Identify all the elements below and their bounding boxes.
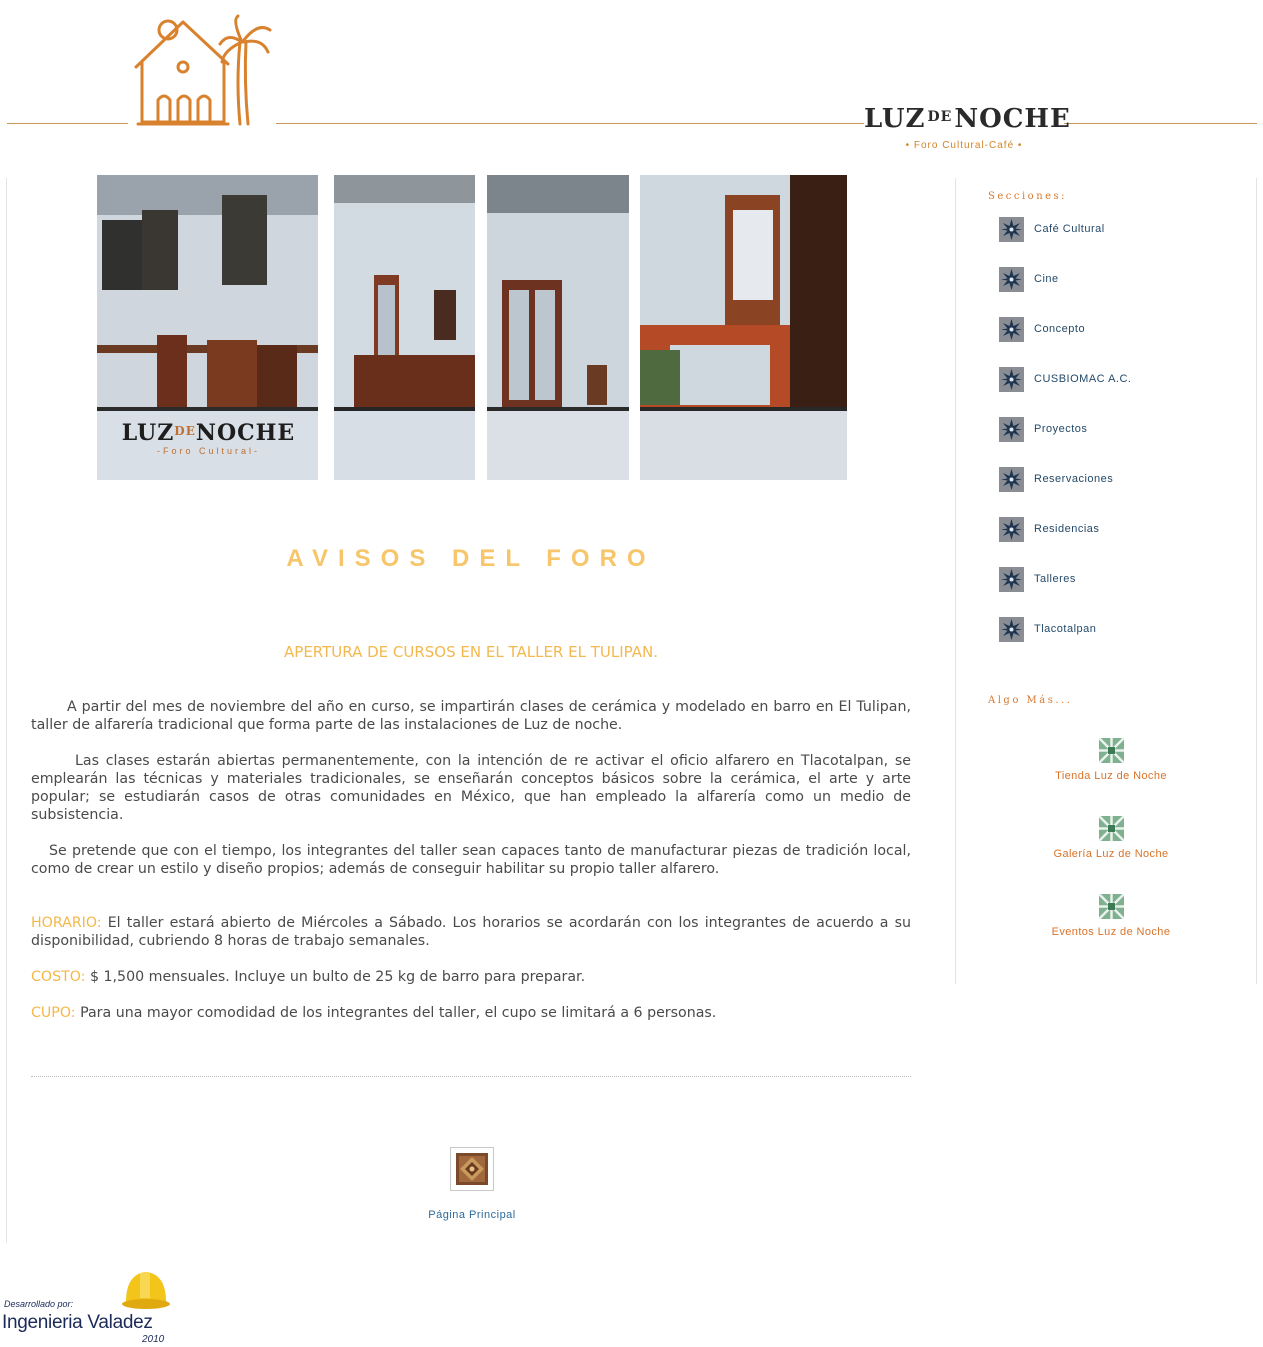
info-horario: HORARIO: El taller estará abierto de Mié… xyxy=(31,914,911,950)
sidebar-item-label: CUSBIOMAC A.C. xyxy=(1034,373,1132,385)
more-item-tienda[interactable]: Tienda Luz de Noche xyxy=(1011,738,1211,782)
brand-title: LUZ DENOCHE xyxy=(864,104,1071,134)
photo-caption-title: LUZDENOCHE xyxy=(121,420,296,446)
sidebar-border-left xyxy=(955,178,956,984)
sidebar-item-label: Cine xyxy=(1034,273,1059,285)
star-tile-icon xyxy=(999,567,1024,592)
more-item-label: Eventos Luz de Noche xyxy=(1051,926,1171,938)
post-title[interactable]: APERTURA DE CURSOS EN EL TALLER EL TULIP… xyxy=(31,643,911,661)
credit-name: Ingenieria Valadez xyxy=(2,1312,153,1333)
sidebar-item-talleres[interactable]: Talleres xyxy=(999,567,1219,593)
more-item-label: Galería Luz de Noche xyxy=(1053,848,1169,860)
more-item-label: Tienda Luz de Noche xyxy=(1055,770,1167,782)
brand-logo[interactable]: LUZ DENOCHE • Foro Cultural-Café • xyxy=(864,104,1071,156)
more-item-galeria[interactable]: Galería Luz de Noche xyxy=(1011,816,1211,860)
section-title: AVISOS DEL FORO xyxy=(286,545,656,572)
interior-photo-4 xyxy=(640,175,847,480)
info-cupo: CUPO: Para una mayor comodidad de los in… xyxy=(31,1004,911,1022)
post-paragraph-1: A partir del mes de noviembre del año en… xyxy=(31,699,911,733)
sidebar-item-label: Café Cultural xyxy=(1034,223,1105,235)
star-tile-icon xyxy=(999,417,1024,442)
brand-subtitle: • Foro Cultural-Café • xyxy=(905,140,1023,151)
green-tile-icon xyxy=(1098,816,1124,841)
post-paragraph-2: Las clases estarán abiertas permanenteme… xyxy=(31,753,911,823)
sidebar-item-residencias[interactable]: Residencias xyxy=(999,517,1219,543)
horario-label: HORARIO: xyxy=(31,915,102,931)
home-link[interactable]: Página Principal xyxy=(372,1209,572,1221)
site-header: LUZ DENOCHE • Foro Cultural-Café • xyxy=(0,0,1263,165)
photo-caption-subtitle: -Foro Cultural- xyxy=(156,446,260,456)
sidebar-item-proyectos[interactable]: Proyectos xyxy=(999,417,1219,443)
interior-photo-3 xyxy=(487,175,629,480)
credit-by: Desarrollado por: xyxy=(4,1299,74,1309)
hard-hat-icon xyxy=(122,1272,170,1309)
star-tile-icon xyxy=(999,467,1024,492)
sidebar-item-cine[interactable]: Cine xyxy=(999,267,1219,293)
cupo-label: CUPO: xyxy=(31,1005,76,1021)
sidebar-item-label: Talleres xyxy=(1034,573,1076,585)
house-palm-logo-icon[interactable] xyxy=(128,12,276,132)
cupo-text: Para una mayor comodidad de los integran… xyxy=(80,1005,717,1021)
sidebar-item-tlacotalpan[interactable]: Tlacotalpan xyxy=(999,617,1219,643)
credit-year: 2010 xyxy=(142,1334,165,1345)
green-tile-icon xyxy=(1098,738,1124,763)
interior-photo-2 xyxy=(334,175,475,480)
costo-text: $ 1,500 mensuales. Incluye un bulto de 2… xyxy=(89,969,586,985)
photo-caption-logo: LUZDENOCHE -Foro Cultural- xyxy=(106,420,311,456)
sidebar-item-cusbiomac[interactable]: CUSBIOMAC A.C. xyxy=(999,367,1219,393)
sidebar-border-right xyxy=(1256,178,1257,984)
star-tile-icon xyxy=(999,367,1024,392)
star-tile-icon xyxy=(999,517,1024,542)
sidebar-item-label: Tlacotalpan xyxy=(1034,623,1097,635)
star-tile-icon xyxy=(999,267,1024,292)
more-heading: Algo Más... xyxy=(988,695,1073,706)
sidebar-item-reservaciones[interactable]: Reservaciones xyxy=(999,467,1219,493)
costo-label: COSTO: xyxy=(31,969,86,985)
sidebar-item-label: Residencias xyxy=(1034,523,1100,535)
horario-text: El taller estará abierto de Miércoles a … xyxy=(31,915,911,949)
info-costo: COSTO: $ 1,500 mensuales. Incluye un bul… xyxy=(31,968,911,986)
sections-heading: Secciones: xyxy=(988,191,1068,202)
sidebar-item-concepto[interactable]: Concepto xyxy=(999,317,1219,343)
green-tile-icon xyxy=(1098,894,1124,919)
sidebar-item-label: Reservaciones xyxy=(1034,473,1114,485)
left-border xyxy=(6,178,7,1243)
sidebar-item-label: Proyectos xyxy=(1034,423,1088,435)
home-tile-icon[interactable] xyxy=(450,1147,494,1191)
more-item-eventos[interactable]: Eventos Luz de Noche xyxy=(1011,894,1211,938)
post-divider xyxy=(31,1076,911,1077)
developer-credit[interactable]: Desarrollado por: Ingenieria Valadez 201… xyxy=(2,1268,172,1346)
sidebar-item-label: Concepto xyxy=(1034,323,1086,335)
sidebar-item-cafe-cultural[interactable]: Café Cultural xyxy=(999,217,1219,243)
star-tile-icon xyxy=(999,217,1024,242)
star-tile-icon xyxy=(999,617,1024,642)
post-paragraph-3: Se pretende que con el tiempo, los integ… xyxy=(31,843,911,877)
star-tile-icon xyxy=(999,317,1024,342)
